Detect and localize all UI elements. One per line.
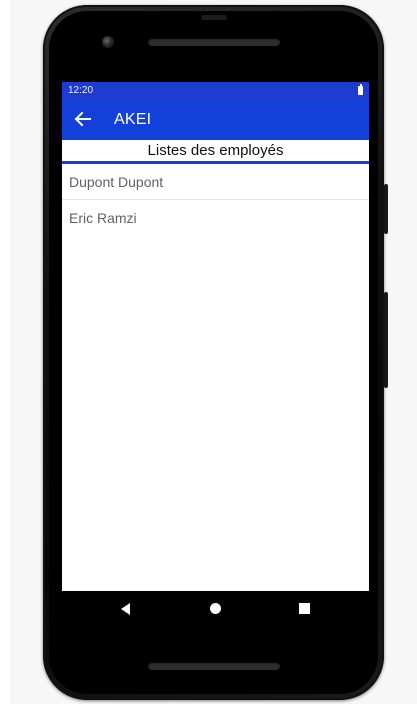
emulator-stage: 12:20 AKEI Listes des employés Dupont Du…: [0, 0, 417, 704]
employee-list-header: Listes des employés: [62, 140, 369, 164]
app-bar: AKEI: [62, 99, 369, 140]
nav-home-icon[interactable]: [210, 603, 221, 614]
app-title: AKEI: [114, 111, 152, 128]
status-time: 12:20: [68, 85, 94, 96]
battery-icon: [358, 84, 363, 95]
left-margin: [0, 0, 10, 704]
employee-list-item[interactable]: Dupont Dupont: [62, 164, 369, 200]
navigation-bar: [62, 591, 369, 629]
front-camera-icon: [102, 36, 114, 48]
volume-rocker[interactable]: [384, 292, 388, 388]
employee-list: Dupont Dupont Eric Ramzi: [62, 164, 369, 236]
top-speaker-grille: [148, 38, 280, 46]
arrow-left-icon[interactable]: [73, 110, 93, 128]
nav-back-icon[interactable]: [121, 603, 130, 615]
status-bar: 12:20: [62, 82, 369, 99]
power-button[interactable]: [384, 184, 388, 234]
bottom-speaker-grille: [148, 662, 280, 670]
nav-recents-icon[interactable]: [299, 603, 310, 614]
device-screen: 12:20 AKEI Listes des employés Dupont Du…: [62, 82, 369, 629]
employee-list-item[interactable]: Eric Ramzi: [62, 200, 369, 236]
top-notch: [201, 15, 227, 20]
